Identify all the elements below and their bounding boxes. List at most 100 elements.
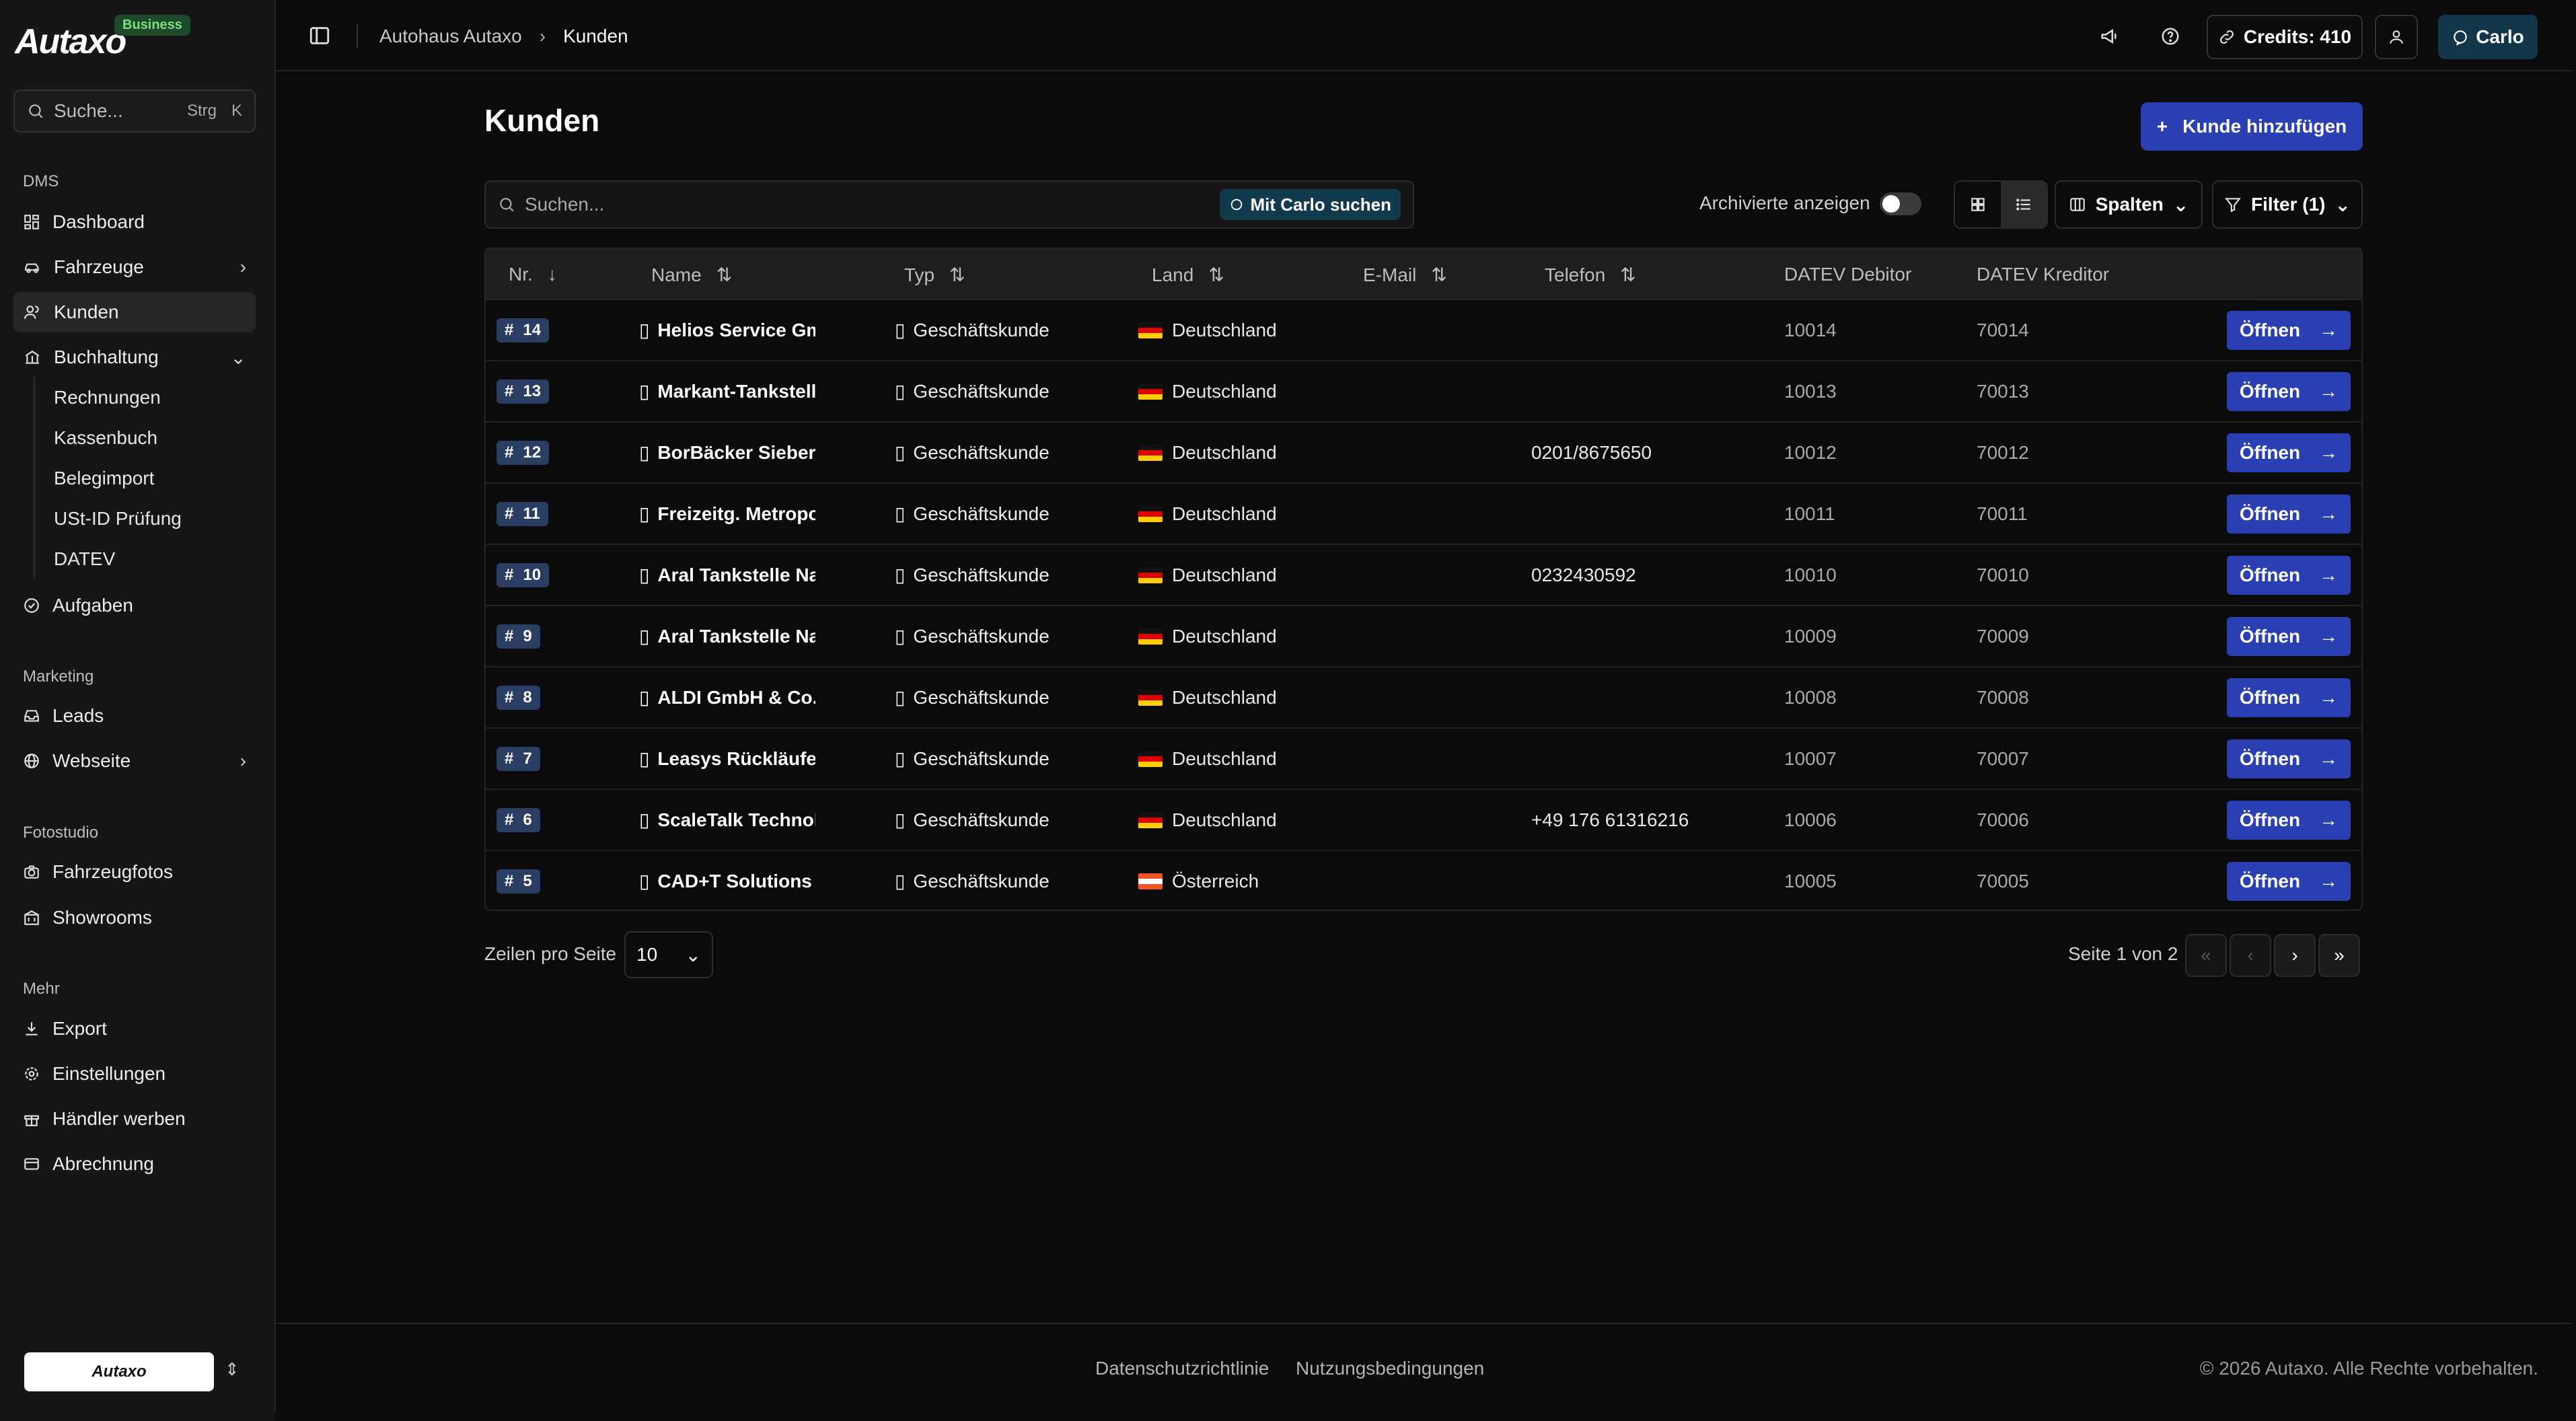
table-row[interactable]: #5 ▯ CAD+T Solutions ▯ Geschäftskunde Österre… (486, 851, 2361, 910)
column-header-land[interactable]: Land ⇅ (1152, 264, 1224, 286)
open-customer-button[interactable]: Öffnen → (2227, 311, 2351, 350)
building-icon: ▯ (639, 809, 650, 830)
customer-type-cell: ▯ Geschäftskunde (895, 423, 1050, 482)
sidebar-item-webseite[interactable]: Webseite › (13, 741, 256, 781)
sidebar-search[interactable]: Suche... Strg K (13, 89, 256, 133)
open-customer-button[interactable]: Öffnen → (2227, 739, 2351, 778)
carlo-search-button[interactable]: Mit Carlo suchen (1219, 189, 1401, 220)
next-page-button[interactable]: › (2274, 934, 2316, 977)
filter-button[interactable]: Filter (1) ⌄ (2212, 180, 2363, 229)
row-number-value: 9 (523, 626, 532, 645)
account-button[interactable] (2375, 15, 2418, 59)
chevron-left-icon: ‹ (2247, 945, 2254, 965)
column-header-nr[interactable]: Nr. ↓ (509, 264, 557, 285)
megaphone-icon[interactable] (2094, 20, 2126, 52)
list-view-button[interactable] (2001, 182, 2047, 227)
sidebar-subitem-belegimport[interactable]: Belegimport (54, 468, 154, 489)
columns-button[interactable]: Spalten ⌄ (2055, 180, 2203, 229)
last-page-button[interactable]: » (2318, 934, 2360, 977)
filter-label: Filter (1) (2251, 194, 2326, 215)
open-customer-button[interactable]: Öffnen → (2227, 433, 2351, 472)
column-header-telefon[interactable]: Telefon ⇅ (1545, 264, 1636, 286)
table-row[interactable]: #13 ▯ Markant-Tankstell ▯ Geschäftskunde Deut… (486, 361, 2361, 423)
sidebar-subitem-ustid[interactable]: USt-ID Prüfung (54, 508, 182, 530)
country: Deutschland (1172, 809, 1277, 830)
arrow-right-icon: → (2319, 871, 2339, 891)
flag-icon (1138, 505, 1163, 522)
customer-name-cell: ▯ CAD+T Solutions (639, 851, 815, 910)
table-row[interactable]: #12 ▯ BorBäcker Siebers ▯ Geschäftskunde Deut… (486, 423, 2361, 484)
country: Deutschland (1172, 686, 1277, 708)
table-row[interactable]: #9 ▯ Aral Tankstelle Na ▯ Geschäftskunde Deut… (486, 606, 2361, 667)
table-row[interactable]: #8 ▯ ALDI GmbH & Co. ▯ Geschäftskunde Deutsch… (486, 667, 2361, 729)
chevron-right-icon: › (240, 750, 246, 771)
sidebar-subitem-datev[interactable]: DATEV (54, 548, 115, 570)
chevrons-up-down-icon[interactable]: ⇕ (225, 1359, 240, 1380)
open-customer-button[interactable]: Öffnen → (2227, 862, 2351, 901)
divider (357, 24, 358, 48)
open-customer-button[interactable]: Öffnen → (2227, 617, 2351, 656)
column-header-name[interactable]: Name ⇅ (651, 264, 732, 286)
privacy-link[interactable]: Datenschutzrichtlinie (1095, 1358, 1269, 1379)
open-customer-button[interactable]: Öffnen → (2227, 372, 2351, 411)
customer-search-input[interactable]: Suchen... Mit Carlo suchen (484, 180, 1414, 229)
table-row[interactable]: #11 ▯ Freizeitg. Metropo ▯ Geschäftskunde Deu… (486, 484, 2361, 545)
sidebar-item-kunden[interactable]: Kunden (13, 292, 256, 332)
building-icon: ▯ (895, 442, 906, 463)
link-icon (2219, 30, 2234, 44)
credits-button[interactable]: Credits: 410 (2207, 15, 2363, 59)
sidebar-item-aufgaben[interactable]: Aufgaben (13, 585, 256, 626)
table-row[interactable]: #6 ▯ ScaleTalk Technol ▯ Geschäftskunde Deuts… (486, 790, 2361, 851)
sidebar-item-export[interactable]: Export (13, 1009, 256, 1049)
grid-view-button[interactable] (1955, 182, 2001, 227)
chevron-right-icon: › (2291, 945, 2298, 965)
open-customer-button[interactable]: Öffnen → (2227, 678, 2351, 717)
sidebar-item-showrooms[interactable]: Showrooms (13, 898, 256, 938)
sidebar-toggle-icon[interactable] (308, 24, 331, 47)
sidebar-item-dashboard[interactable]: Dashboard (13, 202, 256, 242)
chevron-down-icon: ⌄ (685, 944, 701, 965)
sort-icon: ⇅ (716, 264, 733, 285)
help-icon[interactable] (2154, 20, 2186, 52)
table-row[interactable]: #14 ▯ Helios Service Gm ▯ Geschäftskunde Deut… (486, 300, 2361, 361)
open-customer-button[interactable]: Öffnen → (2227, 495, 2351, 534)
table-row[interactable]: #10 ▯ Aral Tankstelle Na ▯ Geschäftskunde Deu… (486, 545, 2361, 606)
row-number: #13 (496, 361, 550, 421)
sidebar-subitem-rechnungen[interactable]: Rechnungen (54, 387, 161, 408)
sidebar-item-fahrzeuge[interactable]: Fahrzeuge › (13, 247, 256, 287)
rows-per-page-select[interactable]: 10 ⌄ (624, 931, 713, 978)
search-icon (29, 104, 43, 118)
terms-link[interactable]: Nutzungsbedingungen (1296, 1358, 1484, 1379)
breadcrumb-separator-icon: › (539, 26, 546, 46)
column-header-label: DATEV Kreditor (1977, 264, 2110, 285)
column-header-typ[interactable]: Typ ⇅ (904, 264, 965, 286)
sidebar-item-leads[interactable]: Leads (13, 696, 256, 736)
archived-toggle[interactable] (1880, 192, 1921, 215)
add-customer-button[interactable]: + Kunde hinzufügen (2141, 102, 2363, 151)
open-customer-button[interactable]: Öffnen → (2227, 801, 2351, 840)
kreditor-cell: 70006 (1977, 790, 2029, 850)
sidebar-subitem-kassenbuch[interactable]: Kassenbuch (54, 427, 157, 449)
sidebar-item-fahrzeugfotos[interactable]: Fahrzeugfotos (13, 852, 256, 892)
org-switcher[interactable]: Autaxo (24, 1352, 214, 1391)
table-row[interactable]: #7 ▯ Leasys Rückläufe ▯ Geschäftskunde Deutsc… (486, 729, 2361, 790)
arrow-right-icon: → (2319, 564, 2339, 585)
row-number-badge: #9 (496, 624, 540, 649)
sidebar-item-buchhaltung[interactable]: Buchhaltung ⌄ (13, 337, 256, 377)
flag-icon (1138, 567, 1163, 583)
shortcut-mod: Strg (186, 102, 217, 120)
prev-page-button[interactable]: ‹ (2230, 934, 2271, 977)
carlo-assistant-button[interactable]: Carlo (2438, 15, 2538, 59)
sidebar-item-haendler-werben[interactable]: Händler werben (13, 1099, 256, 1139)
sidebar-item-einstellungen[interactable]: Einstellungen (13, 1054, 256, 1094)
sidebar-item-abrechnung[interactable]: Abrechnung (13, 1144, 256, 1184)
sidebar-item-label: Webseite (52, 750, 131, 771)
breadcrumb-dealer[interactable]: Autohaus Autaxo (379, 26, 522, 47)
column-header-email[interactable]: E-Mail ⇅ (1363, 264, 1447, 286)
building-icon: ▯ (895, 626, 906, 647)
debitor-cell: 10012 (1784, 423, 1837, 482)
first-page-button[interactable]: « (2185, 934, 2227, 977)
country-cell: Deutschland (1138, 545, 1277, 605)
rows-per-page-label: Zeilen pro Seite (484, 943, 617, 964)
open-customer-button[interactable]: Öffnen → (2227, 556, 2351, 595)
